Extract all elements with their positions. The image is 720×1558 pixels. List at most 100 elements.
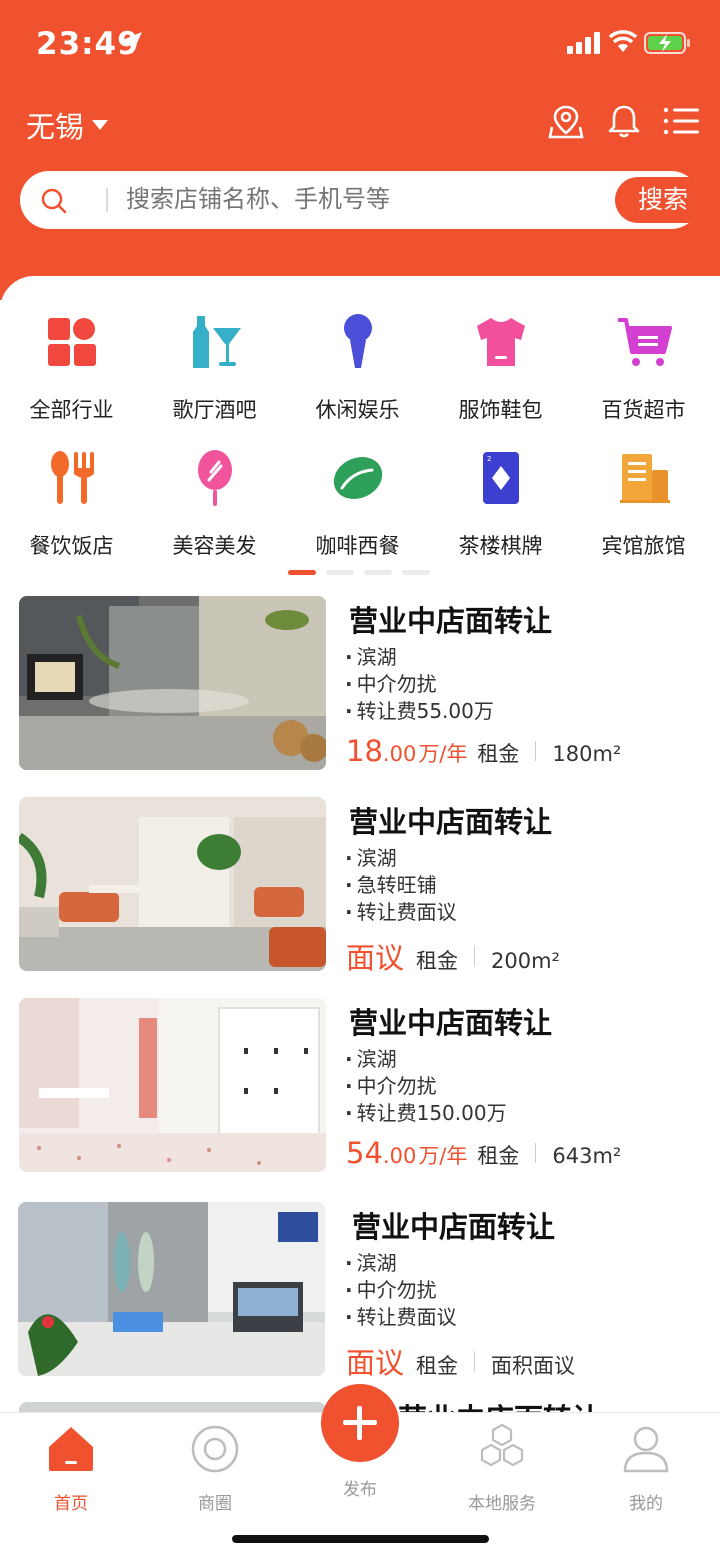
listing-title: 营业中店面转让 (349, 604, 553, 638)
listing-price-row: 面议 租金 面积面议 (346, 1340, 575, 1382)
hotel-building-icon (619, 454, 670, 503)
svg-text:2: 2 (487, 455, 491, 463)
category-hotel[interactable]: 宾馆旅馆 (572, 448, 715, 560)
pager-dot-active (288, 570, 316, 575)
search-bar: 搜索 (20, 171, 711, 229)
listing-title: 营业中店面转让 (349, 1006, 553, 1040)
listing-tag: 滨湖 (345, 1046, 507, 1073)
search-button[interactable]: 搜索 (615, 177, 711, 223)
publish-button[interactable] (321, 1384, 399, 1462)
user-profile-icon (623, 1426, 669, 1473)
category-restaurant[interactable]: 餐饮饭店 (0, 448, 143, 560)
price-unit: 万/年 (418, 1144, 468, 1168)
tab-label: 我的 (629, 1494, 663, 1514)
signal-icon (567, 32, 600, 54)
listing-tags: 滨湖 中介勿扰 转让费面议 (345, 1250, 457, 1331)
category-label: 餐饮饭店 (29, 534, 114, 558)
listing-tags: 滨湖 中介勿扰 转让费150.00万 (345, 1046, 507, 1127)
price-value: 面议 (346, 941, 405, 975)
listing-tag: 中介勿扰 (345, 1277, 457, 1304)
category-teahouse[interactable]: 2 茶楼棋牌 (429, 448, 572, 560)
tab-label: 本地服务 (468, 1494, 536, 1514)
listing-tag: 转让费55.00万 (345, 698, 494, 725)
listing-tag: 急转旺铺 (345, 872, 457, 899)
search-divider (106, 188, 108, 212)
category-label: 全部行业 (29, 398, 114, 422)
listing-photo (19, 596, 326, 770)
price-decimal: .00 (382, 742, 417, 766)
status-bar: 23:49 (0, 0, 720, 88)
bar-drinks-icon (192, 316, 241, 368)
map-pin-icon[interactable] (548, 103, 584, 139)
city-selector[interactable]: 无锡 (26, 104, 109, 146)
price-separator (474, 1351, 476, 1371)
home-indicator (232, 1535, 489, 1543)
hexagons-icon (480, 1423, 524, 1467)
rent-label: 租金 (416, 1354, 459, 1378)
tab-home[interactable]: 首页 (21, 1423, 121, 1514)
tab-mine[interactable]: 我的 (596, 1423, 696, 1514)
grid-icon (47, 318, 96, 366)
tshirt-icon (476, 318, 525, 366)
category-apparel[interactable]: 服饰鞋包 (429, 312, 572, 424)
pager-dot (326, 570, 354, 575)
publish-label: 发布 (343, 1480, 377, 1500)
microphone-icon (343, 314, 372, 368)
tab-business-circle[interactable]: 商圈 (165, 1423, 265, 1514)
notification-bell-icon[interactable] (607, 103, 641, 139)
listing-area: 180m² (552, 742, 622, 766)
category-leisure[interactable]: 休闲娱乐 (286, 312, 429, 424)
listing-photo (19, 998, 326, 1172)
listing-card[interactable]: 营业中店面转让 滨湖 中介勿扰 转让费面议 面议 租金 面积面议 (0, 1202, 720, 1380)
price-value: 面议 (346, 1346, 405, 1380)
listing-title: 营业中店面转让 (349, 805, 553, 839)
listing-area: 200m² (491, 949, 560, 973)
price-value: 54 (346, 1136, 383, 1170)
category-label: 美容美发 (172, 534, 257, 558)
category-beauty[interactable]: 美容美发 (143, 448, 286, 560)
fork-spoon-icon (50, 451, 94, 504)
price-separator (535, 741, 537, 761)
category-all[interactable]: 全部行业 (0, 312, 143, 424)
search-input[interactable] (126, 171, 596, 229)
category-label: 百货超市 (601, 398, 686, 422)
category-label: 服饰鞋包 (458, 398, 543, 422)
circle-target-icon (191, 1425, 239, 1473)
tab-label: 商圈 (198, 1494, 232, 1514)
listing-tag: 转让费150.00万 (345, 1100, 507, 1127)
price-value: 18 (346, 734, 383, 768)
home-icon (49, 1427, 93, 1471)
category-coffee[interactable]: 咖啡西餐 (286, 448, 429, 560)
tab-label: 首页 (54, 1494, 88, 1514)
category-label: 茶楼棋牌 (458, 534, 543, 558)
category-bar[interactable]: 歌厅酒吧 (143, 312, 286, 424)
listing-card[interactable]: 营业中店面转让 滨湖 中介勿扰 转让费150.00万 54 .00 万/年 租金… (0, 998, 720, 1176)
listing-tag: 滨湖 (345, 845, 457, 872)
menu-list-icon[interactable] (662, 103, 700, 139)
listing-tags: 滨湖 中介勿扰 转让费55.00万 (345, 644, 494, 725)
city-label: 无锡 (26, 110, 85, 144)
price-decimal: .00 (382, 1144, 417, 1168)
battery-icon (644, 32, 690, 54)
listing-tag: 滨湖 (345, 644, 494, 671)
listing-price-row: 18 .00 万/年 租金 180m² (346, 734, 621, 768)
shopping-cart-icon (617, 318, 672, 366)
coffee-bean-icon (333, 457, 382, 499)
category-pager (288, 570, 430, 575)
location-arrow-icon (120, 32, 142, 54)
price-separator (535, 1143, 537, 1163)
listing-tag: 滨湖 (345, 1250, 457, 1277)
tab-local-services[interactable]: 本地服务 (452, 1423, 552, 1514)
listing-title: 营业中店面转让 (352, 1210, 556, 1244)
search-icon (41, 188, 67, 214)
category-supermarket[interactable]: 百货超市 (572, 312, 715, 424)
wifi-icon (608, 30, 638, 52)
listing-photo (18, 1202, 325, 1376)
listing-photo (19, 797, 326, 971)
listing-card[interactable]: 营业中店面转让 滨湖 中介勿扰 转让费55.00万 18 .00 万/年 租金 … (0, 596, 720, 774)
listing-card[interactable]: 营业中店面转让 滨湖 急转旺铺 转让费面议 面议 租金 200m² (0, 797, 720, 975)
listing-title-partial: 营业中店面转让 (398, 1396, 601, 1412)
category-label: 休闲娱乐 (315, 398, 400, 422)
listing-area: 面积面议 (491, 1354, 576, 1378)
listing-tag: 中介勿扰 (345, 1073, 507, 1100)
